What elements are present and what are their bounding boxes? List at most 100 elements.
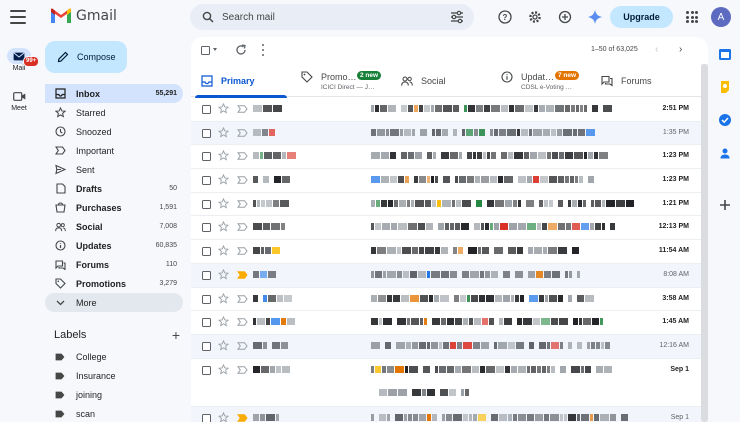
select-all-checkbox[interactable] xyxy=(201,46,210,55)
star-icon[interactable] xyxy=(218,268,229,280)
star-icon[interactable] xyxy=(218,150,229,161)
email-row[interactable]: 1:35 PM xyxy=(191,121,701,146)
email-row[interactable]: 12:16 AM xyxy=(191,334,701,359)
row-checkbox[interactable] xyxy=(202,270,211,280)
star-icon[interactable] xyxy=(218,103,229,114)
row-checkbox[interactable] xyxy=(202,365,211,375)
nav-item-more[interactable]: More xyxy=(45,293,183,312)
gemini-spark-icon[interactable] xyxy=(586,8,604,26)
nav-item-updates[interactable]: Updates 60,835 xyxy=(45,236,183,255)
label-item-college[interactable]: College xyxy=(45,347,183,366)
row-checkbox[interactable] xyxy=(202,199,211,209)
nav-item-inbox[interactable]: Inbox 55,291 xyxy=(45,84,183,103)
important-marker-icon[interactable] xyxy=(237,176,248,184)
label-item-joining[interactable]: joining xyxy=(45,385,183,404)
nav-item-promotions[interactable]: Promotions 3,279 xyxy=(45,274,183,293)
email-row[interactable]: 12:13 PM xyxy=(191,216,701,241)
star-icon[interactable] xyxy=(218,197,229,209)
row-checkbox[interactable] xyxy=(202,318,211,328)
gmail-logo[interactable]: Gmail xyxy=(50,8,117,24)
nav-item-snoozed[interactable]: Snoozed xyxy=(45,122,183,141)
row-checkbox[interactable] xyxy=(202,413,211,422)
add-apps-plus-icon[interactable] xyxy=(718,198,732,212)
important-marker-icon[interactable] xyxy=(237,342,248,350)
star-icon[interactable] xyxy=(218,292,229,304)
rail-item-mail[interactable]: 99+ Mail xyxy=(0,48,40,72)
vertical-scrollbar[interactable] xyxy=(701,64,708,422)
row-checkbox[interactable] xyxy=(202,294,211,304)
search-icon[interactable] xyxy=(202,11,214,23)
label-item-scan[interactable]: scan xyxy=(45,404,183,422)
star-icon[interactable] xyxy=(218,245,229,256)
important-marker-icon[interactable] xyxy=(237,365,248,374)
older-page-left-icon[interactable]: ‹ xyxy=(655,45,665,55)
important-marker-icon[interactable] xyxy=(237,152,248,161)
important-marker-icon[interactable] xyxy=(237,413,248,422)
gemini-extension-icon[interactable] xyxy=(556,8,574,26)
newer-page-right-icon[interactable]: › xyxy=(679,45,689,55)
important-marker-icon[interactable] xyxy=(237,247,248,255)
help-icon[interactable]: ? xyxy=(496,8,514,26)
star-icon[interactable] xyxy=(218,316,229,327)
email-row[interactable]: 2:51 PM xyxy=(191,98,701,122)
important-marker-icon[interactable] xyxy=(237,105,248,113)
tasks-icon[interactable] xyxy=(718,113,732,127)
google-apps-icon[interactable] xyxy=(686,11,698,23)
row-checkbox[interactable] xyxy=(202,247,211,257)
search-input[interactable] xyxy=(222,8,432,26)
compose-button[interactable]: Compose xyxy=(45,41,127,73)
nav-item-important[interactable]: Important xyxy=(45,141,183,160)
nav-item-forums[interactable]: Forums 110 xyxy=(45,255,183,274)
row-checkbox[interactable] xyxy=(202,128,211,138)
nav-item-sent[interactable]: Sent xyxy=(45,160,183,179)
important-marker-icon[interactable] xyxy=(237,128,248,137)
email-row[interactable]: 3:58 AM xyxy=(191,288,701,312)
contacts-icon[interactable] xyxy=(718,146,732,160)
refresh-icon[interactable] xyxy=(235,44,247,56)
important-marker-icon[interactable] xyxy=(237,318,248,326)
tab-updates[interactable]: Updat… 7 new CDSL e-Voting … xyxy=(491,64,591,97)
create-label-plus-icon[interactable]: + xyxy=(172,328,180,342)
nav-item-starred[interactable]: Starred xyxy=(45,103,183,122)
row-checkbox[interactable] xyxy=(202,223,211,233)
star-icon[interactable] xyxy=(218,221,229,233)
email-row[interactable]: 1:23 PM xyxy=(191,169,701,193)
row-checkbox[interactable] xyxy=(202,152,211,162)
email-row[interactable]: 11:54 AM xyxy=(191,240,701,264)
select-options-caret-icon[interactable] xyxy=(213,48,217,51)
keep-icon[interactable] xyxy=(718,80,732,94)
nav-item-purchases[interactable]: Purchases 1,591 xyxy=(45,198,183,217)
upgrade-button[interactable]: Upgrade xyxy=(610,6,673,28)
nav-item-drafts[interactable]: Drafts 50 xyxy=(45,179,183,198)
email-row[interactable]: 1:45 AM xyxy=(191,311,701,335)
email-row[interactable]: Sep 1 xyxy=(191,406,701,422)
tab-forums[interactable]: Forums xyxy=(591,64,691,97)
more-options-icon[interactable] xyxy=(261,44,265,56)
tab-primary[interactable]: Primary xyxy=(191,64,291,98)
settings-gear-icon[interactable] xyxy=(526,8,544,26)
nav-item-social[interactable]: Social 7,008 xyxy=(45,217,183,236)
scrollbar-thumb[interactable] xyxy=(701,64,708,422)
row-checkbox[interactable] xyxy=(202,176,211,186)
account-avatar[interactable]: A xyxy=(711,7,731,27)
main-menu-icon[interactable] xyxy=(10,10,26,24)
email-row[interactable]: 1:21 PM xyxy=(191,193,701,217)
star-icon[interactable] xyxy=(218,174,229,185)
star-icon[interactable] xyxy=(218,126,229,138)
search-options-icon[interactable] xyxy=(450,10,464,24)
important-marker-icon[interactable] xyxy=(237,199,248,208)
important-marker-icon[interactable] xyxy=(237,294,248,303)
important-marker-icon[interactable] xyxy=(237,271,248,279)
email-row[interactable]: Sep 1 xyxy=(191,359,701,407)
row-checkbox[interactable] xyxy=(202,341,211,351)
star-icon[interactable] xyxy=(218,363,229,375)
email-row[interactable]: 8:08 AM xyxy=(191,263,701,288)
tab-promotions[interactable]: Promo… 2 new ICICI Direct — J… xyxy=(291,64,391,97)
row-checkbox[interactable] xyxy=(202,105,211,114)
rail-item-meet[interactable]: Meet xyxy=(0,88,38,112)
label-item-insurance[interactable]: Insurance xyxy=(45,366,183,385)
star-icon[interactable] xyxy=(218,411,229,422)
email-row[interactable]: 1:23 PM xyxy=(191,145,701,170)
calendar-icon[interactable] xyxy=(718,47,732,61)
search-bar[interactable] xyxy=(190,4,474,30)
